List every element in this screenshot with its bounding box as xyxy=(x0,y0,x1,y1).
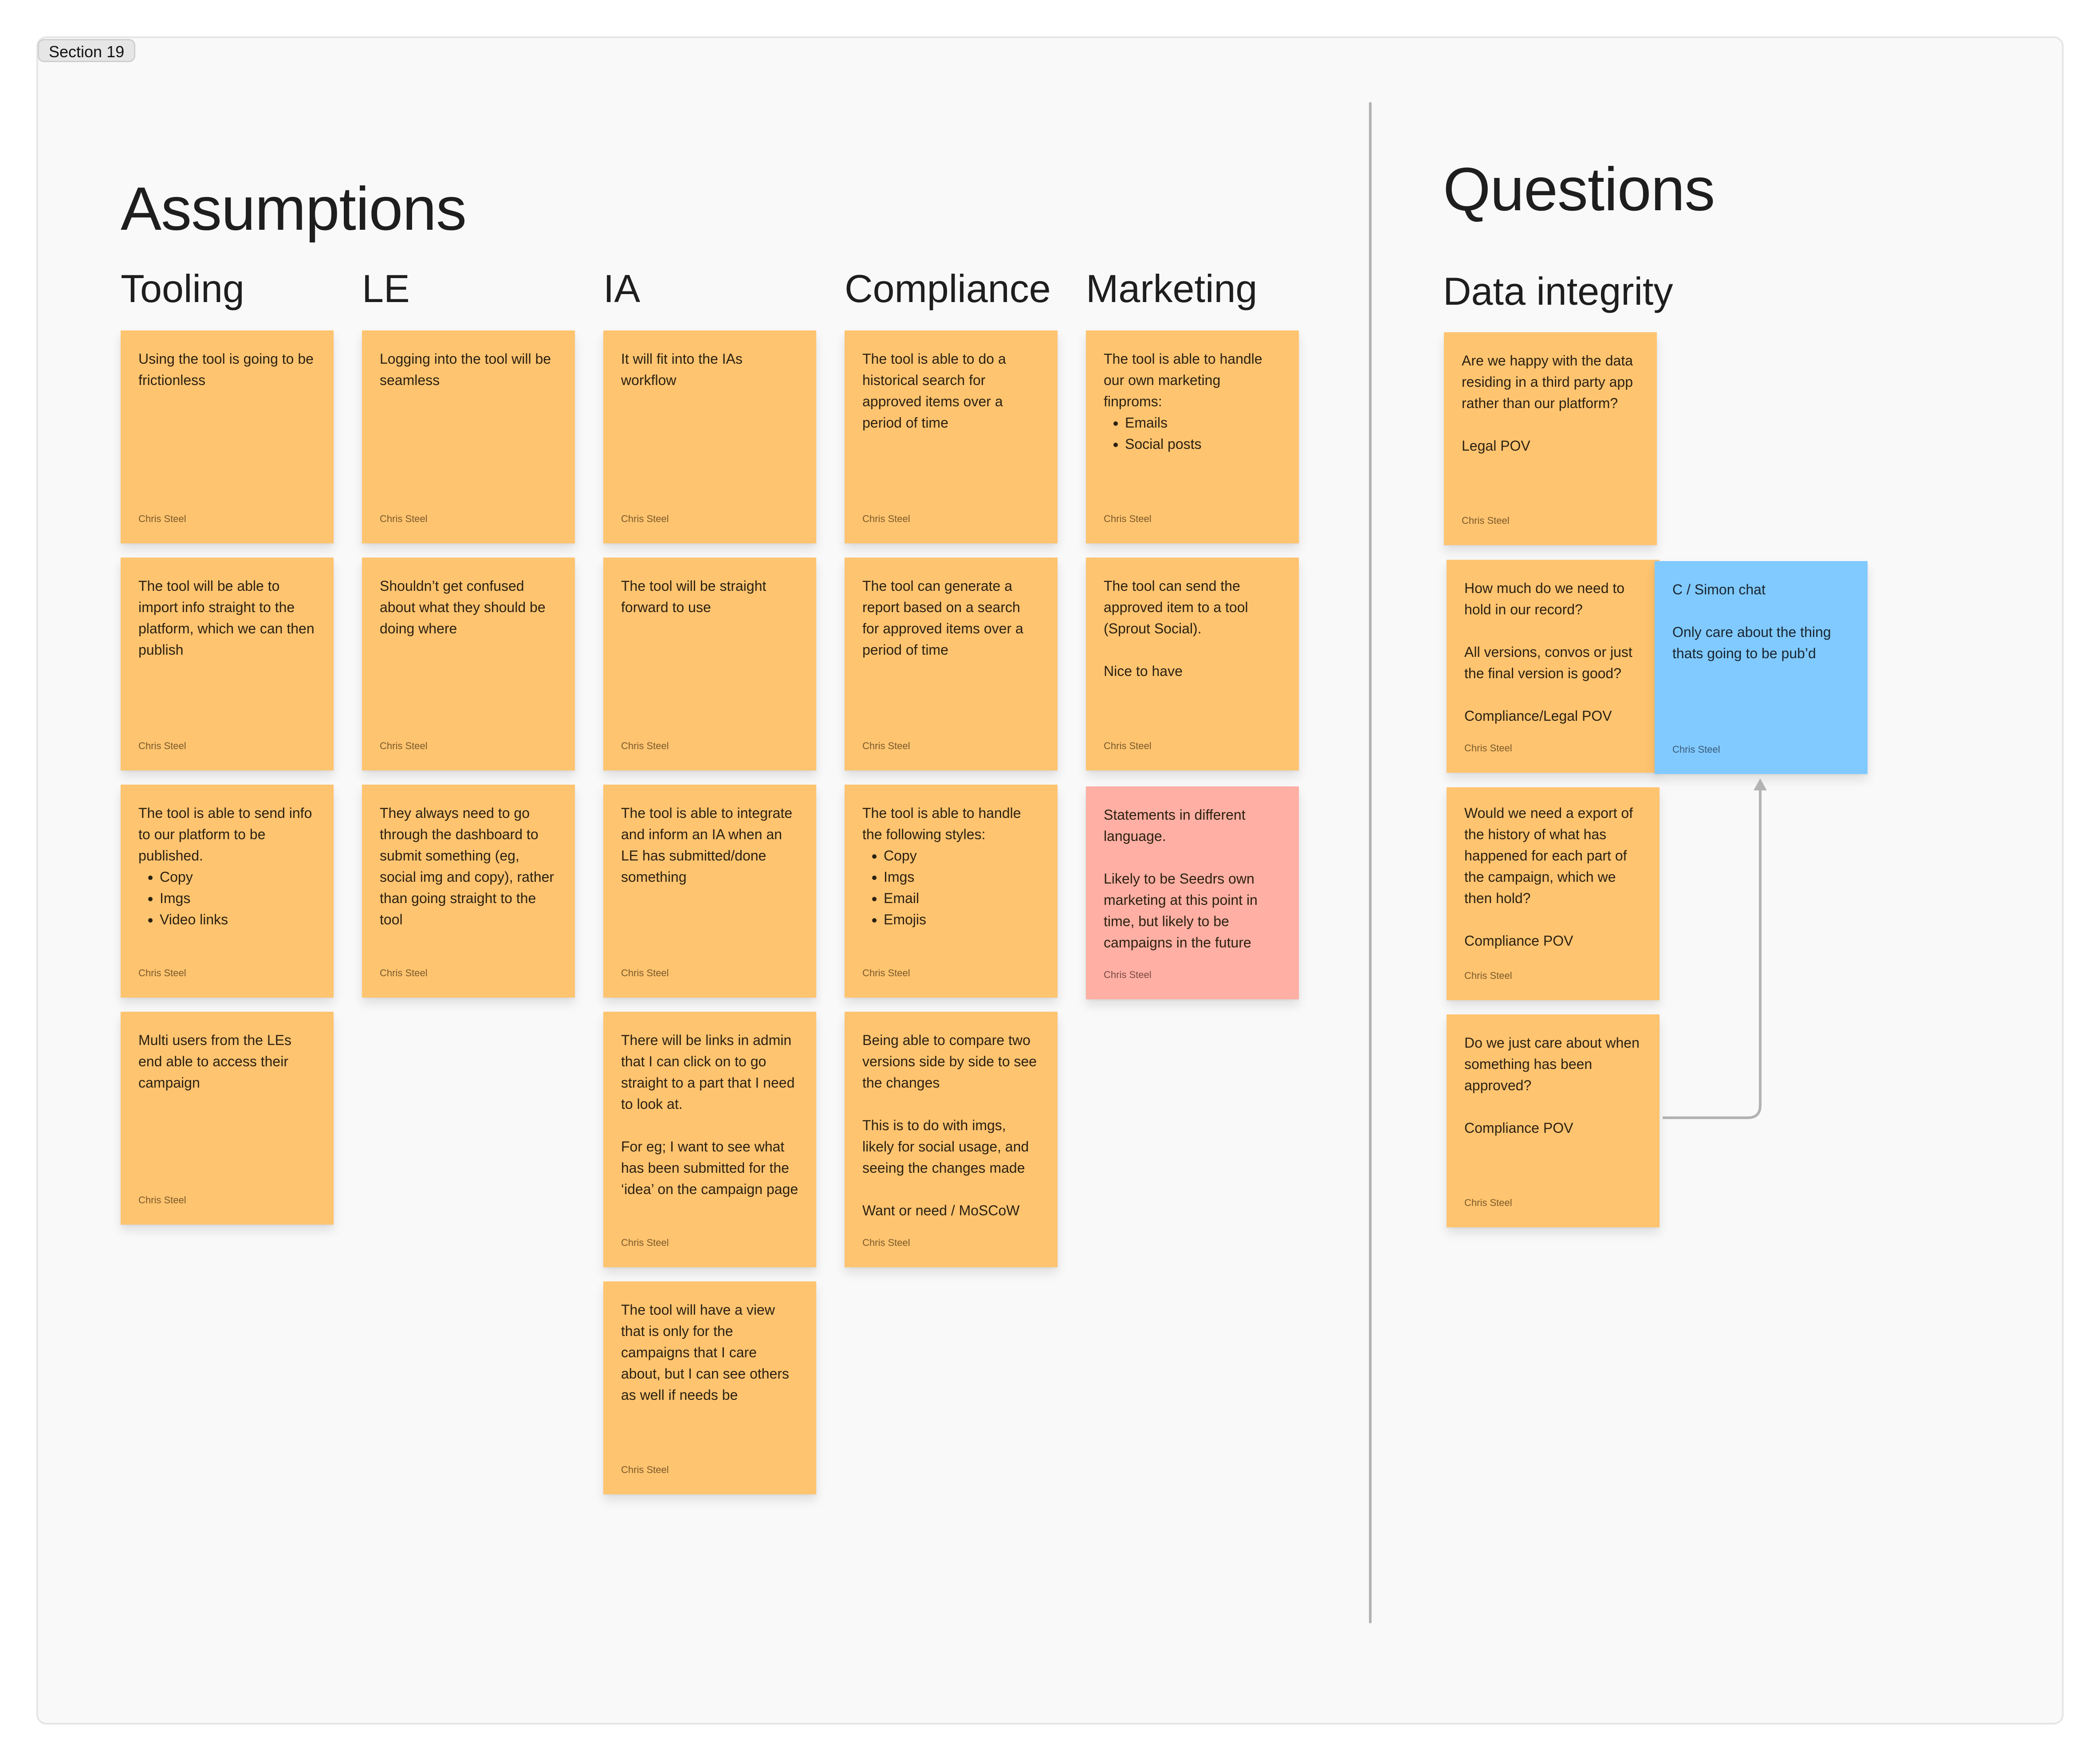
sticky-note[interactable]: The tool is able to send info to our pla… xyxy=(121,785,334,998)
sticky-note[interactable]: Shouldn’t get confused about what they s… xyxy=(362,558,575,770)
questions-title: Questions xyxy=(1443,155,1715,224)
section-divider xyxy=(1369,102,1372,1623)
sticky-author: Chris Steel xyxy=(380,967,428,978)
sticky-text: Logging into the tool will be seamless xyxy=(380,351,555,388)
sticky-text: How much do we need to hold in our recor… xyxy=(1464,580,1632,724)
column-title-compliance: Compliance xyxy=(845,267,1051,310)
sticky-author: Chris Steel xyxy=(138,513,186,524)
sticky-text: The tool is able to handle the following… xyxy=(862,802,1040,930)
sticky-text: Statements in different language. Likely… xyxy=(1104,807,1258,951)
sticky-note-pink[interactable]: Statements in different language. Likely… xyxy=(1086,786,1299,999)
sticky-note[interactable]: Using the tool is going to be frictionle… xyxy=(121,330,334,543)
sticky-author: Chris Steel xyxy=(138,740,186,751)
sticky-note[interactable]: The tool will be straight forward to use… xyxy=(603,558,816,770)
bullet-item: Emojis xyxy=(884,909,1040,930)
column-title-ia: IA xyxy=(603,267,641,310)
sticky-note[interactable]: They always need to go through the dashb… xyxy=(362,785,575,998)
bullet-item: Video links xyxy=(160,909,316,930)
sticky-text: The tool will be straight forward to use xyxy=(621,578,771,615)
sticky-note[interactable]: How much do we need to hold in our recor… xyxy=(1447,560,1660,773)
sticky-text: Are we happy with the data residing in a… xyxy=(1462,353,1633,454)
sticky-author: Chris Steel xyxy=(862,967,910,978)
assumptions-title: Assumptions xyxy=(121,175,467,243)
sticky-text: Would we need a export of the history of… xyxy=(1464,805,1633,949)
sticky-text: Multi users from the LEs end able to acc… xyxy=(138,1032,295,1091)
bullet-item: Social posts xyxy=(1125,433,1281,455)
column-title-tooling: Tooling xyxy=(121,267,244,310)
sticky-author: Chris Steel xyxy=(621,1464,669,1475)
sticky-note-blue[interactable]: C / Simon chat Only care about the thing… xyxy=(1655,561,1868,774)
sticky-text: The tool is able to handle our own marke… xyxy=(1104,348,1281,455)
bullet-item: Copy xyxy=(884,845,1040,866)
sticky-author: Chris Steel xyxy=(1462,515,1510,526)
sticky-author: Chris Steel xyxy=(621,513,669,524)
sticky-text: It will fit into the IAs workflow xyxy=(621,351,747,388)
sticky-author: Chris Steel xyxy=(1464,742,1512,754)
sticky-text-intro: The tool is able to handle our own marke… xyxy=(1104,351,1266,409)
sticky-text: Do we just care about when something has… xyxy=(1464,1035,1640,1136)
sticky-text: The tool is able to integrate and inform… xyxy=(621,805,796,885)
sticky-author: Chris Steel xyxy=(621,967,669,978)
sticky-note[interactable]: The tool is able to integrate and inform… xyxy=(603,785,816,998)
sticky-text-intro: The tool is able to handle the following… xyxy=(862,805,1025,842)
sticky-text: The tool is able to do a historical sear… xyxy=(862,351,1010,431)
sticky-author: Chris Steel xyxy=(862,740,910,751)
sticky-note[interactable]: Logging into the tool will be seamless C… xyxy=(362,330,575,543)
sticky-author: Chris Steel xyxy=(862,513,910,524)
sticky-note[interactable]: The tool is able to handle our own marke… xyxy=(1086,330,1299,543)
sticky-note[interactable]: It will fit into the IAs workflow Chris … xyxy=(603,330,816,543)
bullet-item: Imgs xyxy=(160,888,316,909)
bullet-item: Copy xyxy=(160,866,316,888)
sticky-author: Chris Steel xyxy=(138,967,186,978)
bullet-item: Imgs xyxy=(884,866,1040,888)
column-title-le: LE xyxy=(362,267,410,310)
sticky-note[interactable]: The tool is able to handle the following… xyxy=(845,785,1058,998)
sticky-text: C / Simon chat Only care about the thing… xyxy=(1672,581,1831,661)
sticky-author: Chris Steel xyxy=(1104,513,1152,524)
sticky-text: The tool will be able to import info str… xyxy=(138,578,319,658)
sticky-author: Chris Steel xyxy=(1464,1197,1512,1208)
sticky-note[interactable]: The tool is able to do a historical sear… xyxy=(845,330,1058,543)
bullet-item: Emails xyxy=(1125,412,1281,433)
sticky-text-intro: The tool is able to send info to our pla… xyxy=(138,805,316,864)
sticky-note[interactable]: The tool can generate a report based on … xyxy=(845,558,1058,770)
bullet-item: Email xyxy=(884,888,1040,909)
sticky-text: The tool is able to send info to our pla… xyxy=(138,802,316,930)
sticky-note[interactable]: The tool can send the approved item to a… xyxy=(1086,558,1299,770)
sticky-note[interactable]: Do we just care about when something has… xyxy=(1447,1014,1660,1227)
sticky-note[interactable]: There will be links in admin that I can … xyxy=(603,1012,816,1267)
sticky-author: Chris Steel xyxy=(862,1237,910,1248)
sticky-note[interactable]: Would we need a export of the history of… xyxy=(1447,787,1660,1000)
sticky-note[interactable]: Being able to compare two versions side … xyxy=(845,1012,1058,1267)
sticky-text: Shouldn’t get confused about what they s… xyxy=(380,578,550,636)
sticky-note[interactable]: Are we happy with the data residing in a… xyxy=(1444,332,1657,545)
sticky-text: The tool will have a view that is only f… xyxy=(621,1302,793,1403)
sticky-author: Chris Steel xyxy=(1104,969,1152,980)
sticky-author: Chris Steel xyxy=(380,513,428,524)
sticky-author: Chris Steel xyxy=(621,740,669,751)
sticky-author: Chris Steel xyxy=(138,1194,186,1206)
sticky-text: The tool can send the approved item to a… xyxy=(1104,578,1248,679)
sticky-text: They always need to go through the dashb… xyxy=(380,805,558,927)
column-title-data-integrity: Data integrity xyxy=(1443,269,1673,313)
sticky-author: Chris Steel xyxy=(1464,970,1512,981)
sticky-text: The tool can generate a report based on … xyxy=(862,578,1027,658)
section-label[interactable]: Section 19 xyxy=(38,39,136,62)
sticky-author: Chris Steel xyxy=(1104,740,1152,751)
sticky-text: Being able to compare two versions side … xyxy=(862,1032,1037,1218)
sticky-author: Chris Steel xyxy=(380,740,428,751)
column-title-marketing: Marketing xyxy=(1086,267,1258,310)
sticky-note[interactable]: The tool will have a view that is only f… xyxy=(603,1281,816,1494)
sticky-note[interactable]: The tool will be able to import info str… xyxy=(121,558,334,770)
sticky-note[interactable]: Multi users from the LEs end able to acc… xyxy=(121,1012,334,1225)
sticky-text: Using the tool is going to be frictionle… xyxy=(138,351,318,388)
sticky-author: Chris Steel xyxy=(1672,744,1720,755)
sticky-text: There will be links in admin that I can … xyxy=(621,1032,798,1197)
sticky-author: Chris Steel xyxy=(621,1237,669,1248)
